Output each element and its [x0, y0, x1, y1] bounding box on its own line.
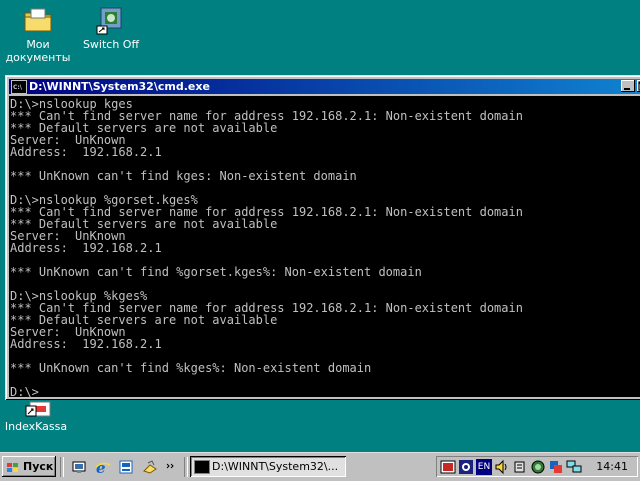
console-line: *** UnKnown can't find %kges%: Non-exist…: [10, 361, 372, 375]
tray-app-icon-2[interactable]: [458, 459, 474, 475]
shortcut-icon: [20, 400, 52, 418]
window-title: D:\WINNT\System32\cmd.exe: [29, 80, 210, 93]
cmd-app-icon: [11, 80, 27, 95]
taskbar-button-cmd[interactable]: D:\WINNT\System32\...: [190, 456, 346, 477]
console-line: *** UnKnown can't find %gorset.kges%: No…: [10, 265, 422, 279]
language-indicator[interactable]: EN: [476, 459, 492, 475]
tray-app-icon-4[interactable]: [530, 459, 546, 475]
window-titlebar[interactable]: D:\WINNT\System32\cmd.exe: [9, 79, 640, 95]
taskbar: Пуск e D:\WINNT\System32\... EN 14:41: [0, 452, 640, 481]
desktop-icon-indexkassa[interactable]: IndexKassa: [0, 400, 74, 433]
console-output[interactable]: D:\>nslookup kges *** Can't find server n…: [9, 96, 640, 397]
quicklaunch-ie-icon[interactable]: e: [95, 459, 111, 477]
desktop-icon-my-documents[interactable]: Мои документы: [0, 4, 76, 64]
cmd-window[interactable]: D:\WINNT\System32\cmd.exe D:\>nslookup k…: [5, 75, 640, 400]
console-line: Address: 192.168.2.1: [10, 337, 162, 351]
tray-app-icon-1[interactable]: [440, 459, 456, 475]
minimize-button[interactable]: [621, 80, 635, 92]
tray-app-icon-5[interactable]: [548, 459, 564, 475]
volume-icon[interactable]: [494, 459, 510, 475]
tray-clock[interactable]: 14:41: [596, 456, 628, 477]
console-line: D:\>: [10, 385, 39, 397]
desktop-icon-label: Мои: [26, 38, 50, 51]
console-line: Address: 192.168.2.1: [10, 145, 162, 159]
taskbar-divider: [60, 457, 64, 477]
start-label: Пуск: [23, 460, 54, 473]
desktop-icon-label: документы: [5, 51, 71, 64]
console-line: Address: 192.168.2.1: [10, 241, 162, 255]
cmd-app-icon: [194, 460, 210, 474]
windows-flag-icon: [6, 460, 20, 472]
desktop-icon-label: Switch Off: [82, 38, 140, 51]
desktop-icon-switch-off[interactable]: Switch Off: [73, 4, 149, 51]
chevron-right-icon[interactable]: [166, 459, 176, 475]
switch-off-icon: [95, 4, 127, 36]
quicklaunch-tool-icon[interactable]: [142, 459, 158, 475]
quicklaunch-outlook-icon[interactable]: [118, 459, 134, 475]
system-tray: EN 14:41: [436, 456, 638, 477]
folder-icon: [22, 4, 54, 36]
tray-app-icon-3[interactable]: [512, 459, 528, 475]
console-line: *** UnKnown can't find kges: Non-existen…: [10, 169, 357, 183]
taskbar-divider: [184, 457, 188, 477]
svg-text:e: e: [96, 459, 106, 475]
quicklaunch-desktop-icon[interactable]: [72, 459, 88, 475]
desktop-icon-label: IndexKassa: [4, 420, 68, 433]
start-button[interactable]: Пуск: [2, 456, 56, 477]
taskbar-button-label: D:\WINNT\System32\...: [212, 460, 339, 473]
network-icon[interactable]: [566, 459, 582, 475]
